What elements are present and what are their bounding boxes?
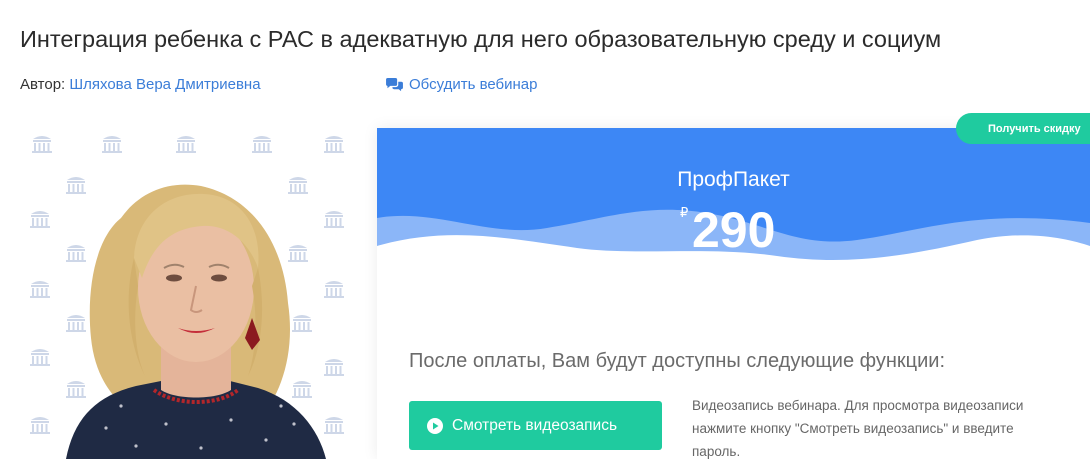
watch-recording-button[interactable]: Смотреть видеозапись (409, 401, 662, 450)
features-title: После оплаты, Вам будут доступны следующ… (409, 350, 946, 372)
plan-name: ПрофПакет (677, 168, 790, 191)
get-discount-button[interactable]: Получить скидку (956, 113, 1090, 144)
author-label: Автор: (20, 76, 66, 93)
watch-recording-label: Смотреть видеозапись (452, 416, 618, 434)
pricing-card: ПрофПакет ₽ 290 После оплаты, Вам будут … (377, 128, 1090, 459)
play-circle-icon (427, 417, 443, 434)
watch-recording-description: Видеозапись вебинара. Для просмотра виде… (692, 398, 1024, 459)
page-title: Интеграция ребенка с РАС в адекватную дл… (20, 26, 942, 52)
lecturer-photo (26, 128, 352, 459)
discuss-label: Обсудить вебинар (409, 76, 538, 93)
price-value: 290 (692, 202, 776, 258)
discuss-webinar-link[interactable]: Обсудить вебинар (385, 76, 538, 93)
currency-symbol: ₽ (680, 205, 689, 220)
author-link[interactable]: Шляхова Вера Дмитриевна (69, 76, 260, 93)
author-row: Автор: Шляхова Вера Дмитриевна (20, 76, 261, 93)
chat-bubbles-icon (386, 77, 403, 92)
